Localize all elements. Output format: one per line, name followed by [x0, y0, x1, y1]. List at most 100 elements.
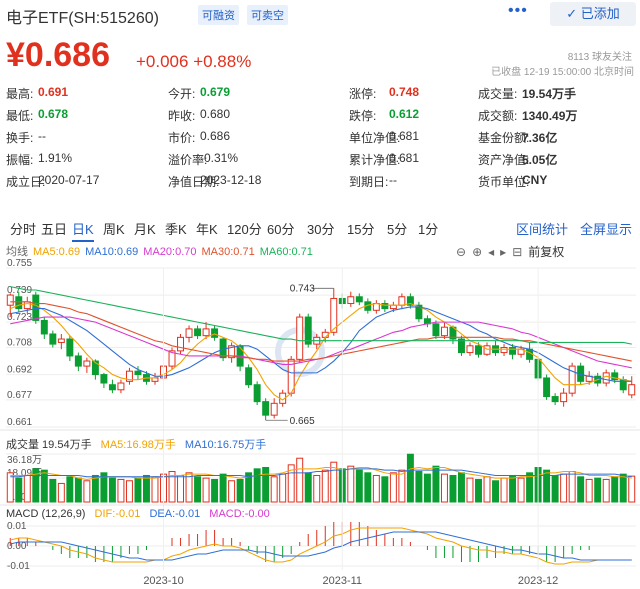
volume-ma10: MA10:16.75万手: [184, 439, 267, 451]
volume-bar: [134, 477, 142, 503]
candle-body: [551, 396, 559, 403]
volume-bar: [279, 473, 287, 503]
volume-bar: [619, 473, 627, 503]
macd-label: MACD (12,26,9): [6, 508, 86, 520]
price-tick-label: 0.661: [7, 417, 32, 428]
candle-body: [185, 328, 193, 338]
volume-bar: [83, 480, 91, 503]
candle-body: [509, 347, 517, 355]
candle-body: [6, 294, 14, 306]
volume-bar: [262, 467, 270, 503]
candle-body: [432, 323, 440, 337]
candle-body: [372, 303, 380, 311]
macd-value: MACD:-0.00: [209, 508, 270, 520]
candle-body: [40, 319, 48, 335]
volume-bar: [321, 469, 329, 503]
volume-bar: [457, 472, 465, 503]
high-annotation: 0.743: [290, 283, 315, 294]
macd-dea: DEA:-0.01: [149, 508, 201, 520]
kline-chart[interactable]: 0.7550.7390.7230.7080.6920.6770.6610.743…: [0, 0, 640, 589]
volume-bar: [551, 474, 559, 503]
volume-bar: [66, 476, 74, 503]
volume-bar: [585, 478, 593, 503]
candle-body: [262, 401, 270, 416]
volume-bar: [177, 474, 185, 503]
volume-bar: [15, 477, 23, 503]
candle-body: [32, 294, 40, 321]
volume-bar: [91, 474, 99, 503]
volume-legend: 成交量 19.54万手 MA5:16.98万手 MA10:16.75万手: [6, 436, 272, 452]
volume-bar: [517, 477, 525, 503]
volume-bar: [74, 477, 82, 503]
volume-bar: [500, 477, 508, 503]
volume-ma5: MA5:16.98万手: [100, 439, 176, 451]
price-tick-label: 0.708: [7, 338, 32, 349]
volume-bar: [568, 470, 576, 503]
volume-bar: [40, 469, 48, 503]
price-tick-label: 0.692: [7, 365, 32, 376]
candle-body: [100, 374, 108, 384]
x-axis-label: 2023-11: [323, 575, 363, 587]
volume-bar: [296, 457, 304, 503]
candle-body: [560, 392, 568, 403]
volume-bar: [355, 469, 363, 503]
volume-label: 成交量 19.54万手: [6, 439, 92, 451]
candle-body: [108, 384, 116, 391]
volume-bar: [415, 470, 423, 503]
volume-bar: [577, 476, 585, 503]
volume-bar: [347, 465, 355, 503]
volume-bar: [219, 473, 227, 503]
candle-body: [202, 328, 210, 337]
candle-body: [134, 370, 142, 376]
volume-bar: [423, 473, 431, 503]
volume-bar: [304, 472, 312, 503]
candle-body: [466, 345, 474, 354]
volume-bar: [57, 482, 65, 503]
volume-bar: [432, 465, 440, 503]
volume-bar: [117, 478, 125, 503]
candle-body: [355, 296, 363, 303]
volume-bar: [440, 473, 448, 503]
candle-body: [177, 336, 185, 352]
candle-body: [628, 384, 636, 396]
volume-bar: [475, 478, 482, 503]
macd-dif: DIF:-0.01: [94, 508, 141, 520]
volume-bar: [142, 474, 150, 503]
candle-body: [296, 316, 304, 360]
candle-body: [543, 377, 551, 398]
volume-bar: [449, 474, 457, 503]
candle-body: [483, 345, 491, 355]
candle-body: [15, 296, 23, 310]
candle-body: [500, 347, 508, 354]
volume-bar: [108, 477, 116, 503]
price-tick-label: 0.677: [7, 390, 32, 401]
candle-body: [211, 328, 219, 338]
macd-legend: MACD (12,26,9) DIF:-0.01 DEA:-0.01 MACD:…: [6, 508, 276, 520]
volume-bar: [125, 480, 133, 503]
volume-bar: [270, 476, 278, 503]
volume-bar: [594, 477, 602, 503]
macd-tick-label: -0.01: [7, 561, 30, 572]
x-axis-label: 2023-12: [518, 575, 558, 587]
volume-bar: [492, 480, 500, 503]
volume-bar: [611, 476, 619, 503]
candle-body: [475, 345, 482, 355]
volume-tick-label: 36.18万: [7, 455, 42, 466]
candle-body: [304, 316, 312, 345]
candle-body: [253, 384, 261, 403]
candle-body: [74, 355, 82, 367]
x-axis-label: 2023-10: [143, 575, 183, 587]
candle-body: [398, 296, 406, 306]
candle-body: [57, 338, 65, 343]
volume-bar: [253, 468, 261, 503]
candle-body: [49, 333, 57, 345]
volume-bar: [398, 469, 406, 503]
candle-body: [23, 301, 31, 310]
volume-bar: [49, 478, 57, 503]
volume-bar: [381, 476, 389, 503]
volume-bar: [543, 469, 551, 503]
candle-body: [66, 338, 74, 357]
volume-bar: [628, 475, 636, 503]
candle-body: [194, 328, 202, 337]
volume-bar: [560, 473, 568, 503]
